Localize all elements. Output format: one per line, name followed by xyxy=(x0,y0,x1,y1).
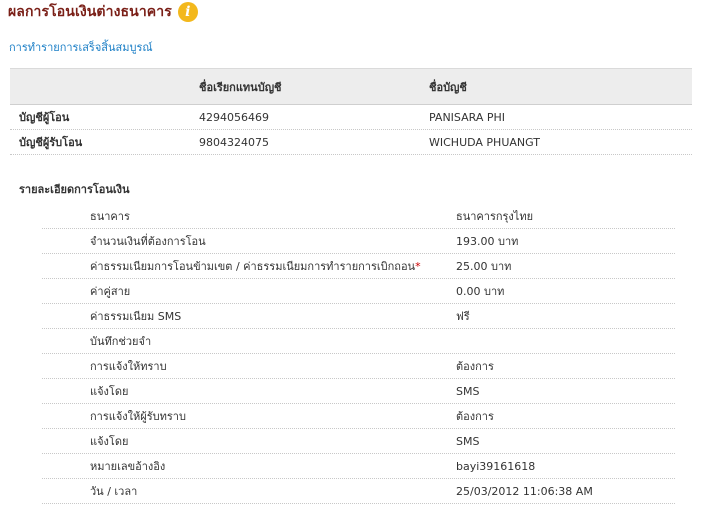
row-label: บัญชีผู้โอน xyxy=(19,111,70,124)
detail-label: การแจ้งให้ทราบ xyxy=(90,360,167,373)
detail-label: จำนวนเงินที่ต้องการโอน xyxy=(90,235,206,248)
detail-value: SMS xyxy=(456,434,480,448)
account-number: 9804324075 xyxy=(199,135,269,149)
detail-value: 25.00 บาท xyxy=(456,260,512,273)
detail-row-memo: บันทึกช่วยจำ xyxy=(42,329,675,354)
detail-row-notify-by: แจ้งโดย SMS xyxy=(42,379,675,404)
account-number: 4294056469 xyxy=(199,110,269,124)
status-message: การทำรายการเสร็จสิ้นสมบูรณ์ xyxy=(9,41,153,54)
column-header-account-name: ชื่อบัญชี xyxy=(429,80,467,94)
detail-row-amount: จำนวนเงินที่ต้องการโอน 193.00 บาท xyxy=(42,229,675,254)
accounts-table-header: ชื่อเรียกแทนบัญชี ชื่อบัญชี xyxy=(10,68,692,105)
detail-row-datetime: วัน / เวลา 25/03/2012 11:06:38 AM xyxy=(42,479,675,504)
detail-label: การแจ้งให้ผู้รับทราบ xyxy=(90,410,186,423)
detail-label: แจ้งโดย xyxy=(90,435,129,448)
account-name: PANISARA PHI xyxy=(429,110,506,124)
details-list: ธนาคาร ธนาคารกรุงไทย จำนวนเงินที่ต้องการ… xyxy=(42,204,675,504)
detail-label: หมายเลขอ้างอิง xyxy=(90,460,166,473)
detail-row-notify-receiver: การแจ้งให้ผู้รับทราบ ต้องการ xyxy=(42,404,675,429)
detail-value: 0.00 บาท xyxy=(456,285,505,298)
required-mark: * xyxy=(415,260,421,273)
account-name: WICHUDA PHUANGT xyxy=(429,135,540,149)
page-title: ผลการโอนเงินต่างธนาคาร xyxy=(8,4,172,20)
detail-value: ต้องการ xyxy=(456,410,494,423)
detail-row-reference: หมายเลขอ้างอิง bayi39161618 xyxy=(42,454,675,479)
detail-row-sms-fee: ค่าธรรมเนียม SMS ฟรี xyxy=(42,304,675,329)
detail-label: ค่าคู่สาย xyxy=(90,285,131,298)
detail-value: ธนาคารกรุงไทย xyxy=(456,210,534,223)
info-icon[interactable]: i xyxy=(177,2,198,22)
column-header-account-alias: ชื่อเรียกแทนบัญชี xyxy=(199,80,282,94)
detail-row-fee: ค่าธรรมเนียมการโอนข้ามเขต / ค่าธรรมเนียม… xyxy=(42,254,675,279)
detail-label: ค่าธรรมเนียม SMS xyxy=(90,310,182,323)
detail-label: แจ้งโดย xyxy=(90,385,129,398)
table-row-sender: บัญชีผู้โอน 4294056469 PANISARA PHI xyxy=(10,105,692,130)
details-section-title: รายละเอียดการโอนเงิน xyxy=(19,183,130,196)
detail-value: 193.00 บาท xyxy=(456,235,519,248)
accounts-table: ชื่อเรียกแทนบัญชี ชื่อบัญชี บัญชีผู้โอน … xyxy=(10,68,692,155)
detail-row-notify: การแจ้งให้ทราบ ต้องการ xyxy=(42,354,675,379)
table-row-receiver: บัญชีผู้รับโอน 9804324075 WICHUDA PHUANG… xyxy=(10,130,692,155)
detail-value: 25/03/2012 11:06:38 AM xyxy=(456,484,593,498)
detail-value: ต้องการ xyxy=(456,360,494,373)
detail-value: SMS xyxy=(456,384,480,398)
detail-label: ธนาคาร xyxy=(90,210,130,223)
transfer-result-page: ผลการโอนเงินต่างธนาคาร i การทำรายการเสร็… xyxy=(0,0,716,509)
page-header: ผลการโอนเงินต่างธนาคาร i xyxy=(8,1,198,23)
detail-row-bank: ธนาคาร ธนาคารกรุงไทย xyxy=(42,204,675,229)
detail-value: bayi39161618 xyxy=(456,459,536,473)
detail-label: ค่าธรรมเนียมการโอนข้ามเขต / ค่าธรรมเนียม… xyxy=(90,260,416,273)
detail-label: วัน / เวลา xyxy=(90,485,138,498)
detail-row-notify-receiver-by: แจ้งโดย SMS xyxy=(42,429,675,454)
detail-value: ฟรี xyxy=(456,310,470,323)
detail-row-line-fee: ค่าคู่สาย 0.00 บาท xyxy=(42,279,675,304)
row-label: บัญชีผู้รับโอน xyxy=(19,136,83,149)
detail-label: บันทึกช่วยจำ xyxy=(90,335,152,348)
detail-label-wrap: ค่าธรรมเนียมการโอนข้ามเขต / ค่าธรรมเนียม… xyxy=(42,257,456,275)
